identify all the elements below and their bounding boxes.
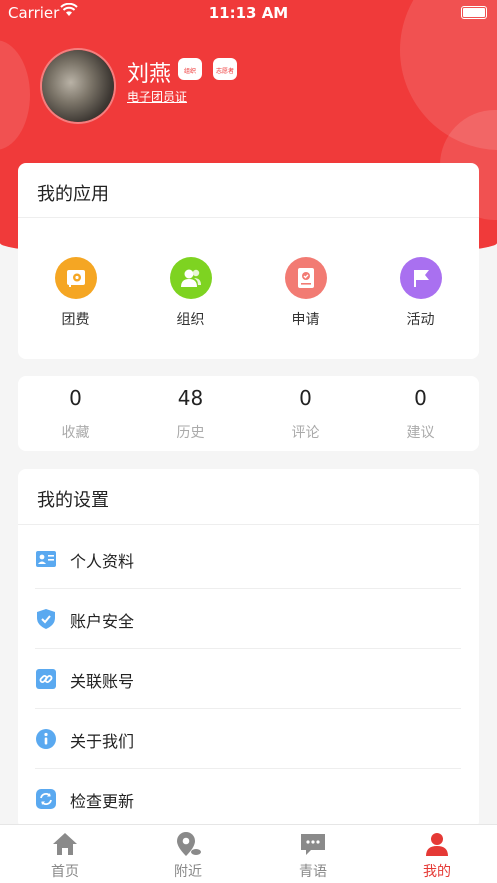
settings-item-security[interactable]: 账户安全 xyxy=(18,589,461,649)
tab-label: 首页 xyxy=(51,864,79,880)
stat-value: 0 xyxy=(299,386,312,410)
settings-label: 关联账号 xyxy=(70,672,135,691)
shield-icon xyxy=(35,608,57,630)
stat-history[interactable]: 48 历史 xyxy=(133,386,248,442)
settings-label: 检查更新 xyxy=(70,792,135,811)
app-organization[interactable]: 组织 xyxy=(133,257,248,329)
apps-title: 我的应用 xyxy=(37,184,109,205)
status-bar: Carrier 11:13 AM xyxy=(0,0,497,26)
tab-youth-voice[interactable]: 青语 xyxy=(263,831,363,881)
stat-suggestions[interactable]: 0 建议 xyxy=(363,386,478,442)
stat-value: 0 xyxy=(414,386,427,410)
users-icon xyxy=(169,257,212,299)
clock: 11:13 AM xyxy=(208,4,289,22)
tab-bar: 首页 附近 青语 我的 xyxy=(0,824,497,883)
settings-item-update[interactable]: 检查更新 xyxy=(18,769,461,829)
location-icon xyxy=(174,831,202,857)
stat-label: 建议 xyxy=(406,425,435,441)
stat-label: 历史 xyxy=(176,425,205,441)
settings-item-profile[interactable]: 个人资料 xyxy=(18,529,461,589)
stat-value: 0 xyxy=(69,386,82,410)
refresh-icon xyxy=(35,788,57,810)
org-badge-icon: 组织 xyxy=(178,58,202,80)
member-card-link[interactable]: 电子团员证 xyxy=(127,88,187,105)
app-label: 组织 xyxy=(176,312,205,328)
flag-star-icon xyxy=(54,257,97,299)
id-card-icon xyxy=(35,548,57,570)
chat-icon xyxy=(299,831,327,857)
app-apply[interactable]: 申请 xyxy=(248,257,363,329)
home-icon xyxy=(51,831,79,857)
stats-card: 0 收藏 48 历史 0 评论 0 建议 xyxy=(18,376,479,451)
tab-label: 我的 xyxy=(423,864,451,880)
divider xyxy=(18,217,479,218)
avatar[interactable] xyxy=(42,50,114,122)
settings-label: 账户安全 xyxy=(70,612,135,631)
settings-title: 我的设置 xyxy=(37,490,109,511)
stat-label: 评论 xyxy=(291,425,320,441)
settings-label: 个人资料 xyxy=(70,552,135,571)
app-activity[interactable]: 活动 xyxy=(363,257,478,329)
app-label: 团费 xyxy=(61,312,90,328)
decor-bubble xyxy=(0,40,30,150)
info-icon xyxy=(35,728,57,750)
tab-label: 青语 xyxy=(299,864,327,880)
tab-home[interactable]: 首页 xyxy=(15,831,115,881)
stat-label: 收藏 xyxy=(61,425,90,441)
apps-card: 我的应用 团费 组织 申请 活动 xyxy=(18,163,479,359)
stat-value: 48 xyxy=(177,386,204,410)
app-label: 申请 xyxy=(291,312,320,328)
battery-icon xyxy=(461,6,487,19)
user-name: 刘燕 xyxy=(127,62,172,87)
settings-label: 关于我们 xyxy=(70,732,135,751)
divider xyxy=(18,524,479,525)
settings-item-linked-accounts[interactable]: 关联账号 xyxy=(18,649,461,709)
app-label: 活动 xyxy=(406,312,435,328)
app-team-fee[interactable]: 团费 xyxy=(18,257,133,329)
volunteer-badge-icon: 志愿者 xyxy=(213,58,237,80)
link-icon xyxy=(35,668,57,690)
settings-item-about[interactable]: 关于我们 xyxy=(18,709,461,769)
tab-label: 附近 xyxy=(174,864,202,880)
flag-icon xyxy=(399,257,442,299)
person-icon xyxy=(423,831,451,857)
stat-comments[interactable]: 0 评论 xyxy=(248,386,363,442)
tab-mine[interactable]: 我的 xyxy=(387,831,487,881)
document-check-icon xyxy=(284,257,327,299)
stat-favorites[interactable]: 0 收藏 xyxy=(18,386,133,442)
tab-nearby[interactable]: 附近 xyxy=(138,831,238,881)
